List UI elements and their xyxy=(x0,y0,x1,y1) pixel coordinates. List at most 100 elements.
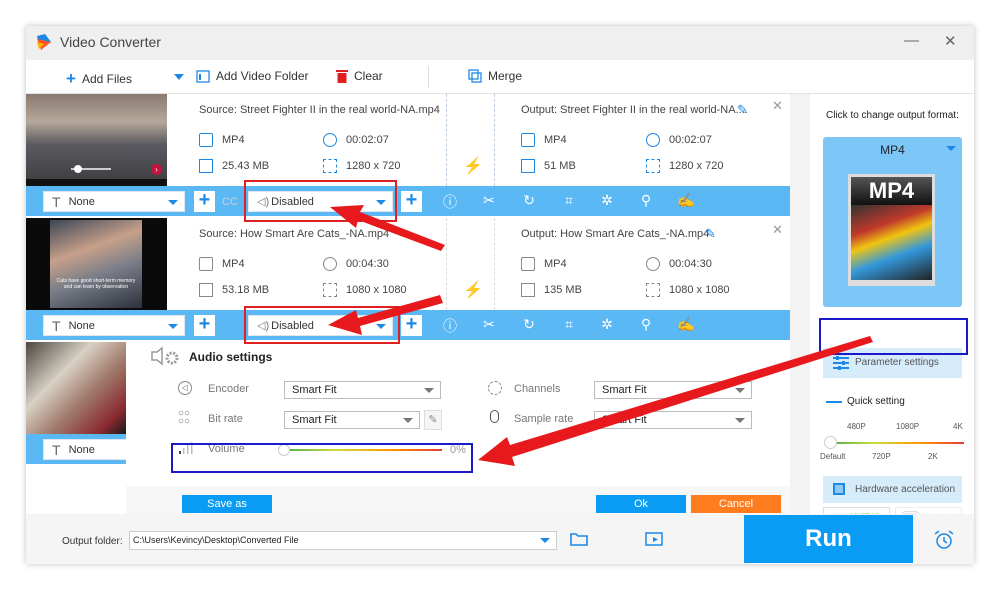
video-thumbnail[interactable]: › xyxy=(26,94,167,186)
subtitle-select[interactable]: T None xyxy=(43,191,185,212)
edit-metadata-icon[interactable]: ✍ xyxy=(677,192,695,210)
merge-button[interactable]: Merge xyxy=(468,69,522,83)
effects-wand-icon[interactable]: ✲ xyxy=(598,316,616,334)
close-window-button[interactable]: ✕ xyxy=(944,32,957,50)
add-files-dropdown[interactable] xyxy=(174,74,184,80)
audio-settings-panel: Audio settings ◁ Encoder Smart Fit ○○ ○○ … xyxy=(126,340,790,514)
quality-tick-1080p: 1080P xyxy=(896,422,920,431)
clock-icon xyxy=(646,257,660,271)
thumb-caption: Cats have good short-term memory and can… xyxy=(56,278,136,290)
subtitle-value: None xyxy=(68,443,95,456)
rotate-icon[interactable]: ↻ xyxy=(520,316,538,334)
watermark-stamp-icon[interactable]: ⚲ xyxy=(637,316,655,334)
quality-tick-default: Default xyxy=(820,452,846,461)
cancel-button[interactable]: Cancel xyxy=(691,495,781,513)
audio-settings-title: Audio settings xyxy=(189,350,273,364)
info-icon[interactable]: ⓘ xyxy=(441,316,459,334)
quality-slider[interactable] xyxy=(824,436,964,449)
quality-tick-480p: 480P xyxy=(847,422,866,431)
add-audio-button[interactable]: + xyxy=(401,190,422,212)
output-format-selector[interactable]: MP4 MP4 xyxy=(823,137,962,307)
format-icon xyxy=(199,133,213,147)
resolution-icon xyxy=(323,283,337,297)
output-resolution: 1080 x 1080 xyxy=(669,284,730,296)
output-folder-dropdown-icon[interactable] xyxy=(540,538,550,543)
mp4-image-label: MP4 xyxy=(851,177,932,205)
samplerate-label: Sample rate xyxy=(514,413,574,425)
watermark-stamp-icon[interactable]: ⚲ xyxy=(637,192,655,210)
edit-metadata-icon[interactable]: ✍ xyxy=(677,316,695,334)
encoder-icon: ◁ xyxy=(178,381,192,395)
source-size: 25.43 MB xyxy=(222,160,270,172)
output-format: MP4 xyxy=(544,258,567,270)
alarm-clock-icon[interactable] xyxy=(933,529,955,551)
output-format: MP4 xyxy=(544,134,567,146)
quick-setting-label: Quick setting xyxy=(847,396,905,407)
add-subtitle-button[interactable]: + xyxy=(194,314,215,336)
encoder-select[interactable]: Smart Fit xyxy=(284,381,441,399)
open-folder-icon[interactable] xyxy=(570,532,588,546)
add-subtitle-button[interactable]: + xyxy=(194,190,215,212)
run-button[interactable]: Run xyxy=(744,515,913,563)
subtitle-select[interactable]: T None xyxy=(43,439,126,460)
source-duration: 00:04:30 xyxy=(346,258,389,270)
add-audio-button[interactable]: + xyxy=(401,314,422,336)
bitrate-select[interactable]: Smart Fit xyxy=(284,411,420,429)
scissors-icon[interactable]: ✂ xyxy=(480,316,498,334)
microphone-icon xyxy=(490,410,499,423)
resolution-icon xyxy=(646,283,660,297)
info-icon[interactable]: ⓘ xyxy=(441,192,459,210)
remove-item-button[interactable]: ✕ xyxy=(772,222,783,238)
quality-slider-handle[interactable] xyxy=(824,436,837,449)
output-folder-input[interactable]: C:\Users\Kevincy\Desktop\Converted File xyxy=(129,531,557,550)
scissors-icon[interactable]: ✂ xyxy=(480,192,498,210)
minimize-button[interactable]: — xyxy=(904,32,919,49)
rotate-icon[interactable]: ↻ xyxy=(520,192,538,210)
source-duration: 00:02:07 xyxy=(346,134,389,146)
video-thumbnail[interactable]: Cats have good short-term memory and can… xyxy=(26,218,167,310)
edit-output-name-icon[interactable]: ✎ xyxy=(737,102,748,118)
add-files-button[interactable]: + Add Files xyxy=(66,69,132,89)
subtitle-select[interactable]: T None xyxy=(43,315,185,336)
video-folder-icon[interactable] xyxy=(645,531,663,547)
edit-output-name-icon[interactable]: ✎ xyxy=(705,226,716,242)
toolbar: + Add Files Add Video Folder Clear Merge xyxy=(26,60,974,94)
crop-icon[interactable]: ⌗ xyxy=(560,192,578,210)
next-icon[interactable]: › xyxy=(151,164,162,175)
remove-item-button[interactable]: ✕ xyxy=(772,98,783,114)
video-thumbnail[interactable] xyxy=(26,342,126,434)
clear-button[interactable]: Clear xyxy=(336,69,383,83)
samplerate-select[interactable]: Smart Fit xyxy=(594,411,752,429)
cc-icon[interactable]: CC xyxy=(222,196,238,208)
effects-wand-icon[interactable]: ✲ xyxy=(598,192,616,210)
source-format: MP4 xyxy=(222,258,245,270)
output-duration: 00:04:30 xyxy=(669,258,712,270)
save-as-button[interactable]: Save as xyxy=(182,495,272,513)
ok-button[interactable]: Ok xyxy=(596,495,686,513)
quality-tick-2k: 2K xyxy=(928,452,938,461)
merge-icon xyxy=(468,69,482,83)
clock-icon xyxy=(323,257,337,271)
add-video-folder-button[interactable]: Add Video Folder xyxy=(196,69,309,83)
channels-select[interactable]: Smart Fit xyxy=(594,381,752,399)
add-files-label: Add Files xyxy=(81,72,132,86)
merge-label: Merge xyxy=(488,69,523,83)
title-bar: Video Converter — ✕ xyxy=(26,26,974,60)
format-icon xyxy=(521,133,535,147)
source-resolution: 1080 x 1080 xyxy=(346,284,407,296)
item-toolbar: T None + ◁) Disabled + ⓘ ✂ ↻ ⌗ ✲ ⚲ ✍ xyxy=(26,310,790,340)
divider xyxy=(494,218,495,310)
edit-bitrate-button[interactable]: ✎ xyxy=(424,410,442,430)
bitrate-icon: ○○ ○○ xyxy=(178,408,191,427)
mp4-format-image: MP4 xyxy=(848,174,935,286)
resolution-icon xyxy=(323,159,337,173)
change-format-label: Click to change output format: xyxy=(826,110,959,121)
crop-icon[interactable]: ⌗ xyxy=(560,316,578,334)
file-item: T None xyxy=(26,342,126,464)
file-size-icon xyxy=(521,159,535,173)
output-resolution: 1280 x 720 xyxy=(669,160,724,172)
divider xyxy=(446,94,447,186)
source-name: Source: Street Fighter II in the real wo… xyxy=(199,104,440,116)
annotation-highlight-audio-track-1 xyxy=(244,180,397,222)
hardware-acceleration-button[interactable]: Hardware acceleration xyxy=(823,476,962,503)
